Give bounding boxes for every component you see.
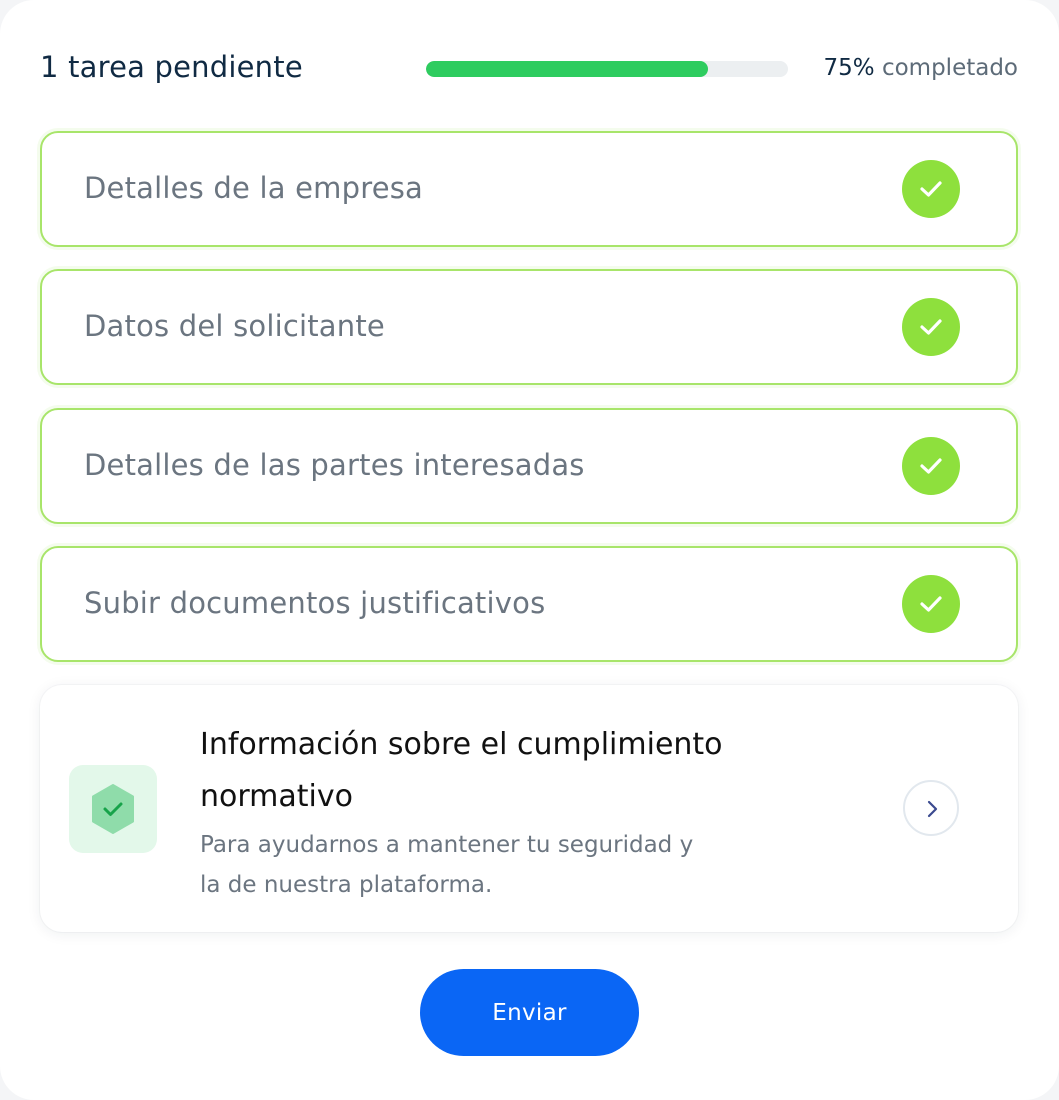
task-label: Datos del solicitante — [84, 309, 385, 343]
task-upload-documents[interactable]: Subir documentos justificativos — [40, 546, 1018, 662]
task-stakeholder-details[interactable]: Detalles de las partes interesadas — [40, 408, 1018, 524]
progress-bar-fill — [426, 61, 709, 77]
progress-label: 75% completado — [824, 55, 1018, 81]
check-icon — [902, 298, 960, 356]
compliance-info-card[interactable]: Información sobre el cumplimiento normat… — [40, 685, 1018, 932]
compliance-description: Para ayudarnos a mantener tu seguridad y… — [200, 832, 694, 898]
progress-percent: 75% — [823, 55, 875, 81]
checklist-panel: 1 tarea pendiente 75% completado Detalle… — [0, 0, 1059, 1100]
chevron-right-button[interactable] — [903, 780, 959, 836]
compliance-title: Información sobre el cumplimiento normat… — [200, 727, 723, 814]
task-label: Detalles de la empresa — [84, 171, 424, 205]
check-icon — [902, 160, 960, 218]
task-label: Subir documentos justificativos — [84, 586, 546, 620]
submit-button[interactable]: Enviar — [420, 969, 639, 1056]
progress-suffix: completado — [881, 55, 1018, 81]
task-applicant-data[interactable]: Datos del solicitante — [40, 269, 1018, 385]
progress-bar — [426, 61, 788, 77]
pending-tasks-text: 1 tarea pendiente — [40, 50, 303, 84]
progress-header: 1 tarea pendiente 75% completado — [40, 44, 1018, 96]
task-company-details[interactable]: Detalles de la empresa — [40, 131, 1018, 247]
check-icon — [902, 575, 960, 633]
task-label: Detalles de las partes interesadas — [84, 448, 585, 482]
shield-check-icon — [69, 765, 157, 853]
chevron-right-icon — [927, 800, 938, 818]
check-icon — [902, 437, 960, 495]
